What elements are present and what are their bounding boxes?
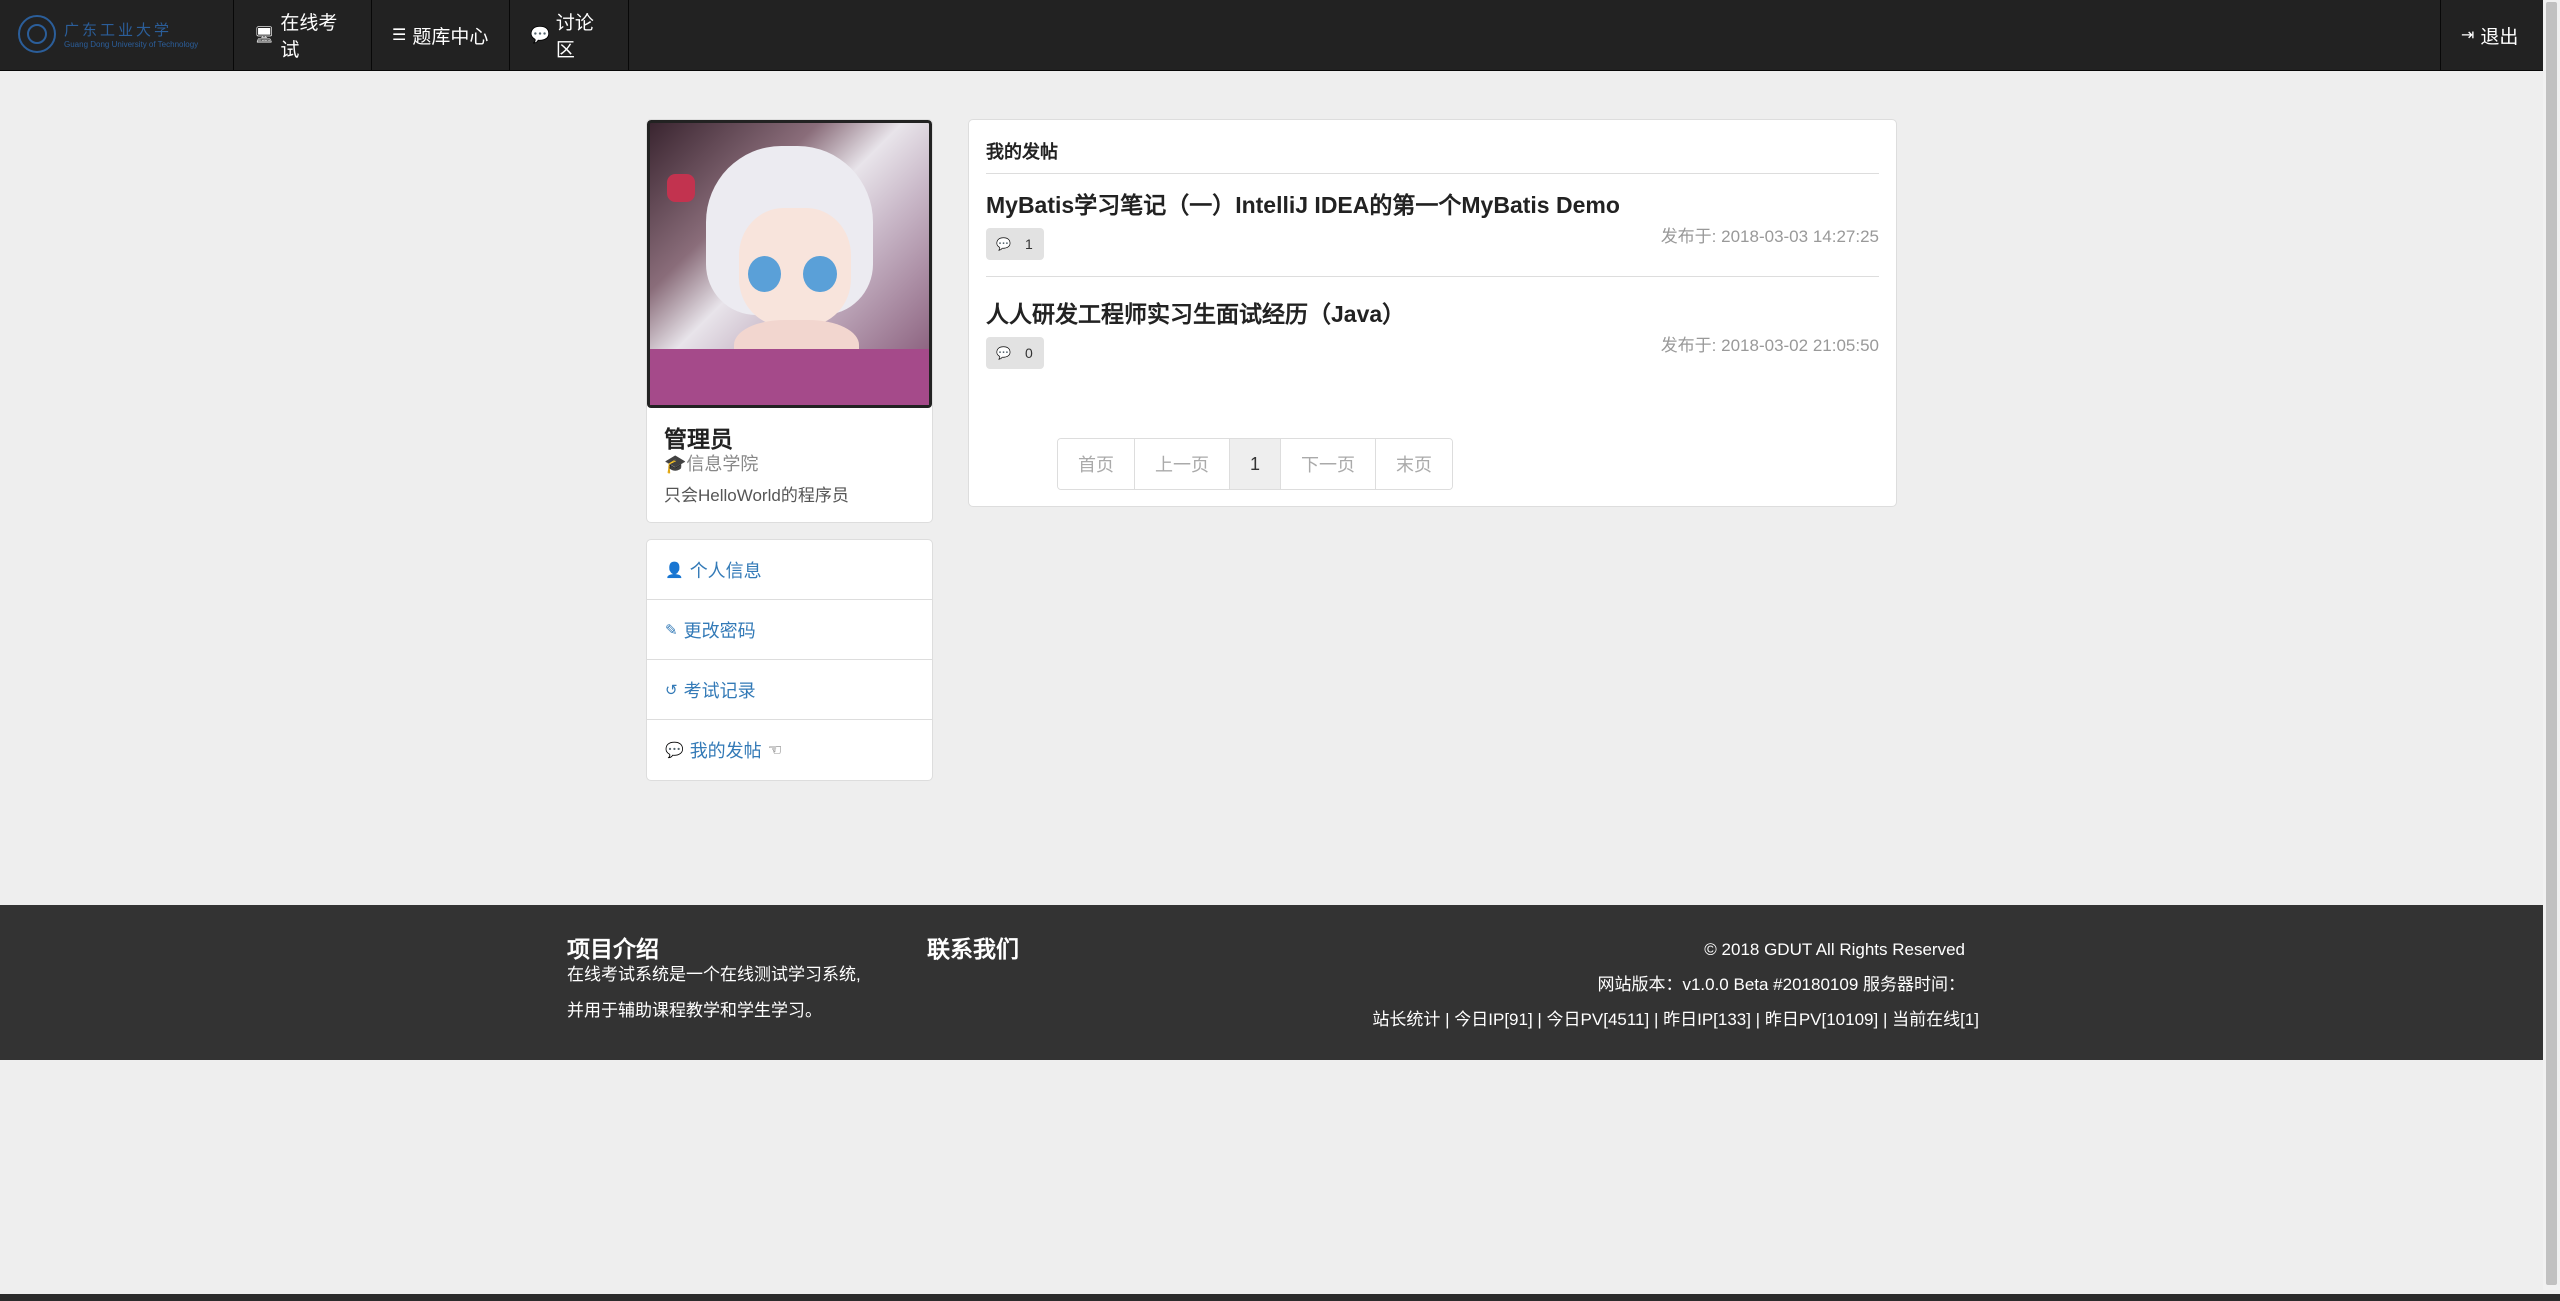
list-item: MyBatis学习笔记（一）IntelliJ IDEA的第一个MyBatis D… [986,186,1879,277]
comment-icon: 💬 [530,27,550,44]
comment-count: 1 [1024,236,1033,252]
post-date: 发布于: 2018-03-03 14:27:25 [1660,227,1879,246]
nav-question-bank-label: 题库中心 [412,26,489,48]
hand-pointer-icon: ☜ [767,742,783,759]
top-navbar: 广东工业大学 Guang Dong University of Technolo… [0,0,2543,71]
profile-name: 管理员 [664,426,733,452]
list-item: 人人研发工程师实习生面试经历（Java） 💬 0 发布于: 2018-03-02… [986,295,1879,375]
page-last-button[interactable]: 末页 [1376,439,1453,489]
footer-intro-line2: 并用于辅助课程教学和学生学习。 [567,1001,822,1020]
footer-site-info: © 2018 GDUT All Rights Reserved 网站版本：v1.… [1372,932,1979,1037]
side-item-my-posts[interactable]: 💬 我的发帖 ☜ [647,720,932,780]
sign-out-icon: ⇥ [2461,27,2475,44]
footer-intro-line1: 在线考试系统是一个在线测试学习系统, [567,965,861,984]
footer-intro-text: 在线考试系统是一个在线测试学习系统, 并用于辅助课程教学和学生学习。 [567,957,861,1029]
footer-version: 网站版本：v1.0.0 Beta #20180109 服务器时间： [1597,975,1965,994]
logout-label: 退出 [2480,26,2519,48]
logout-button[interactable]: ⇥ 退出 [2441,0,2543,70]
university-logo[interactable]: 广东工业大学 Guang Dong University of Technolo… [18,10,208,58]
profile-card: 管理员 🎓信息学院 只会HelloWorld的程序员 [646,119,933,523]
side-item-exam-records[interactable]: ↺ 考试记录 [647,660,932,720]
brand-name-cn: 广东工业大学 [64,22,173,39]
taskbar-strip [0,1294,2560,1301]
nav-online-exam-label: 在线考试 [280,13,338,61]
nav-discussion-label: 讨论区 [555,13,594,61]
comment-icon: 💬 [996,237,1011,251]
post-title-link[interactable]: 人人研发工程师实习生面试经历（Java） [986,295,1879,329]
profile-school-label: 信息学院 [686,454,759,474]
nav-question-bank[interactable]: ☰ 题库中心 [372,0,509,70]
page-first-button[interactable]: 首页 [1058,439,1135,489]
page-prev-button[interactable]: 上一页 [1135,439,1230,489]
post-title-link[interactable]: MyBatis学习笔记（一）IntelliJ IDEA的第一个MyBatis D… [986,186,1879,220]
scrollbar-thumb[interactable] [2546,2,2557,1285]
list-icon: ☰ [392,27,407,44]
side-item-label: 考试记录 [683,680,756,701]
history-icon: ↺ [665,681,678,699]
page-next-button[interactable]: 下一页 [1281,439,1377,489]
profile-school: 🎓信息学院 [664,450,758,476]
vertical-scrollbar[interactable] [2543,0,2560,1290]
brand-name-en: Guang Dong University of Technology [64,40,199,49]
avatar-eye [747,255,782,293]
panel-title: 我的发帖 [986,138,1879,174]
side-item-label: 我的发帖 [689,741,762,761]
footer-contact-title: 联系我们 [927,936,1019,962]
side-item-label: 个人信息 [689,560,762,581]
side-item-profile[interactable]: 👤 个人信息 [647,540,932,600]
user-icon: 👤 [665,561,684,579]
side-item-label: 更改密码 [683,620,756,641]
avatar [647,120,932,408]
footer: 项目介绍 在线考试系统是一个在线测试学习系统, 并用于辅助课程教学和学生学习。 … [0,905,2543,1060]
edit-icon: ✎ [665,621,678,639]
profile-bio: 只会HelloWorld的程序员 [664,486,849,505]
desktop-icon: 🖥 [254,27,275,44]
my-posts-panel: 我的发帖 MyBatis学习笔记（一）IntelliJ IDEA的第一个MyBa… [968,119,1897,507]
footer-copyright: © 2018 GDUT All Rights Reserved [1704,940,1965,959]
university-seal-icon [18,15,56,53]
comments-icon: 💬 [665,742,684,759]
nav-discussion[interactable]: 💬 讨论区 [510,0,628,70]
side-menu: 👤 个人信息 ✎ 更改密码 ↺ 考试记录 💬 我的发帖 ☜ [646,539,933,781]
side-item-change-password[interactable]: ✎ 更改密码 [647,600,932,660]
graduation-cap-icon: 🎓 [664,454,687,474]
post-date: 发布于: 2018-03-02 21:05:50 [1660,336,1879,355]
avatar-dress [650,348,929,405]
comment-icon: 💬 [996,346,1011,360]
comment-count-badge: 💬 0 [986,337,1044,369]
avatar-bow [666,173,695,202]
avatar-eye [803,255,837,293]
comment-count-badge: 💬 1 [986,228,1044,260]
pagination: 首页 上一页 1 下一页 末页 [1057,438,1454,490]
nav-online-exam[interactable]: 🖥 在线考试 [234,0,371,70]
nav-divider [628,0,629,70]
comment-count: 0 [1024,345,1033,361]
page-current-button[interactable]: 1 [1230,439,1282,489]
footer-stats[interactable]: 站长统计 | 今日IP[91] | 今日PV[4511] | 昨日IP[133]… [1372,1002,1979,1037]
brand-text: 广东工业大学 Guang Dong University of Technolo… [64,19,198,49]
